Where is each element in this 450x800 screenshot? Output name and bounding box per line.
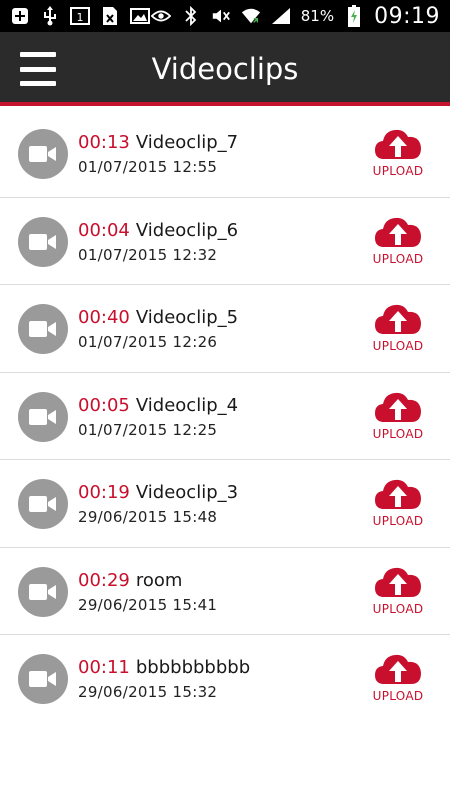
page-title: Videoclips xyxy=(151,52,299,86)
upload-label: UPLOAD xyxy=(372,689,424,703)
clip-name: Videoclip_5 xyxy=(135,307,239,328)
clip-info: 00:13 Videoclip_7 01/07/2015 12:55 xyxy=(78,132,238,177)
upload-label: UPLOAD xyxy=(372,164,424,178)
upload-button[interactable]: UPLOAD xyxy=(370,302,426,358)
list-item[interactable]: 00:40 Videoclip_5 01/07/2015 12:26 UPLOAD xyxy=(0,285,450,373)
cloud-upload-icon xyxy=(375,567,421,597)
clip-info: 00:40 Videoclip_5 01/07/2015 12:26 xyxy=(78,307,238,352)
video-camera-icon[interactable] xyxy=(18,129,68,179)
upload-label: UPLOAD xyxy=(372,339,424,353)
clip-date: 29/06/2015 15:48 xyxy=(78,508,218,526)
video-camera-icon[interactable] xyxy=(18,304,68,354)
clip-date: 01/07/2015 12:26 xyxy=(78,333,218,351)
clip-date: 01/07/2015 12:55 xyxy=(78,158,218,176)
upload-label: UPLOAD xyxy=(372,601,424,616)
clip-title-line: 00:40 Videoclip_5 xyxy=(78,307,238,329)
clip-duration: 00:40 xyxy=(78,307,130,328)
wifi-icon xyxy=(241,7,261,25)
clip-duration: 00:11 xyxy=(78,657,130,678)
bluetooth-icon xyxy=(181,6,201,26)
sim-off-icon xyxy=(100,7,120,25)
cloud-upload-icon xyxy=(375,304,421,334)
clip-info: 00:29 room 29/06/2015 15:41 xyxy=(78,570,217,615)
video-camera-icon[interactable] xyxy=(18,566,68,617)
upload-label: UPLOAD xyxy=(372,251,424,266)
clip-title-line: 00:29 room xyxy=(78,570,217,592)
videoclip-list: 00:13 Videoclip_7 01/07/2015 12:55 UPLOAD… xyxy=(0,110,450,723)
app-bar: Videoclips xyxy=(0,32,450,106)
upload-button[interactable]: UPLOAD xyxy=(370,477,426,533)
video-camera-icon[interactable] xyxy=(18,479,68,529)
clip-duration: 00:19 xyxy=(78,482,130,503)
cloud-upload-icon xyxy=(375,392,421,422)
clip-duration: 00:05 xyxy=(78,394,130,416)
clip-info: 00:19 Videoclip_3 29/06/2015 15:48 xyxy=(78,482,238,527)
clip-duration: 00:29 xyxy=(78,569,130,591)
clip-info: 00:05 Videoclip_4 01/07/2015 12:25 xyxy=(78,395,238,440)
battery-charging-icon xyxy=(344,5,364,27)
upload-button[interactable]: UPLOAD xyxy=(370,215,426,271)
clip-info: 00:04 Videoclip_6 01/07/2015 12:32 xyxy=(78,220,238,265)
clip-title-line: 00:19 Videoclip_3 xyxy=(78,482,238,504)
video-camera-icon[interactable] xyxy=(18,654,68,704)
list-item[interactable]: 00:19 Videoclip_3 29/06/2015 15:48 UPLOAD xyxy=(0,460,450,548)
video-camera-icon[interactable] xyxy=(18,216,68,267)
cloud-upload-icon xyxy=(375,129,421,159)
clip-duration: 00:13 xyxy=(78,132,130,153)
mute-icon xyxy=(211,7,231,25)
signal-icon xyxy=(271,7,291,25)
clip-name: Videoclip_3 xyxy=(135,482,239,503)
eye-icon xyxy=(150,7,171,25)
clip-date: 29/06/2015 15:32 xyxy=(78,683,218,701)
clip-title-line: 00:05 Videoclip_4 xyxy=(78,395,238,417)
list-item[interactable]: 00:11 bbbbbbbbbb 29/06/2015 15:32 UPLOAD xyxy=(0,635,450,723)
upload-button[interactable]: UPLOAD xyxy=(370,565,426,621)
clip-name: room xyxy=(135,569,183,591)
upload-button[interactable]: UPLOAD xyxy=(370,127,426,183)
cloud-upload-icon xyxy=(375,479,421,509)
list-item[interactable]: 00:05 Videoclip_4 01/07/2015 12:25 UPLOAD xyxy=(0,373,450,460)
clip-info: 00:11 bbbbbbbbbb 29/06/2015 15:32 xyxy=(78,657,250,702)
cloud-upload-icon xyxy=(375,654,421,684)
add-icon xyxy=(10,7,30,25)
clip-name: bbbbbbbbbb xyxy=(135,657,251,678)
clip-name: Videoclip_7 xyxy=(135,132,239,153)
clip-title-line: 00:04 Videoclip_6 xyxy=(78,220,238,242)
upload-button[interactable]: UPLOAD xyxy=(370,390,426,446)
usb-icon xyxy=(40,6,60,26)
clip-date: 29/06/2015 15:41 xyxy=(78,595,218,614)
status-bar-system: 81% 09:19 xyxy=(150,3,440,29)
clip-duration: 00:04 xyxy=(78,219,130,241)
clip-name: Videoclip_6 xyxy=(135,219,239,241)
clip-date: 01/07/2015 12:32 xyxy=(78,245,218,264)
upload-label: UPLOAD xyxy=(372,426,424,441)
clip-title-line: 00:11 bbbbbbbbbb xyxy=(78,657,250,679)
clip-date: 01/07/2015 12:25 xyxy=(78,420,218,439)
upload-button[interactable]: UPLOAD xyxy=(370,652,426,708)
list-item[interactable]: 00:29 room 29/06/2015 15:41 UPLOAD xyxy=(0,548,450,635)
list-item[interactable]: 00:04 Videoclip_6 01/07/2015 12:32 UPLOAD xyxy=(0,198,450,285)
clock: 09:19 xyxy=(374,3,440,29)
status-bar-notifications: 1 xyxy=(10,6,150,26)
clip-title-line: 00:13 Videoclip_7 xyxy=(78,132,238,154)
video-camera-icon[interactable] xyxy=(18,391,68,442)
battery-percent: 81% xyxy=(300,7,335,25)
image-icon xyxy=(130,7,150,25)
status-bar: 1 81% 09:19 xyxy=(0,0,450,32)
clip-name: Videoclip_4 xyxy=(135,394,239,416)
calendar-icon: 1 xyxy=(70,7,90,25)
calendar-day-text: 1 xyxy=(77,11,84,24)
upload-label: UPLOAD xyxy=(372,514,424,528)
list-item[interactable]: 00:13 Videoclip_7 01/07/2015 12:55 UPLOAD xyxy=(0,110,450,198)
cloud-upload-icon xyxy=(375,217,421,247)
